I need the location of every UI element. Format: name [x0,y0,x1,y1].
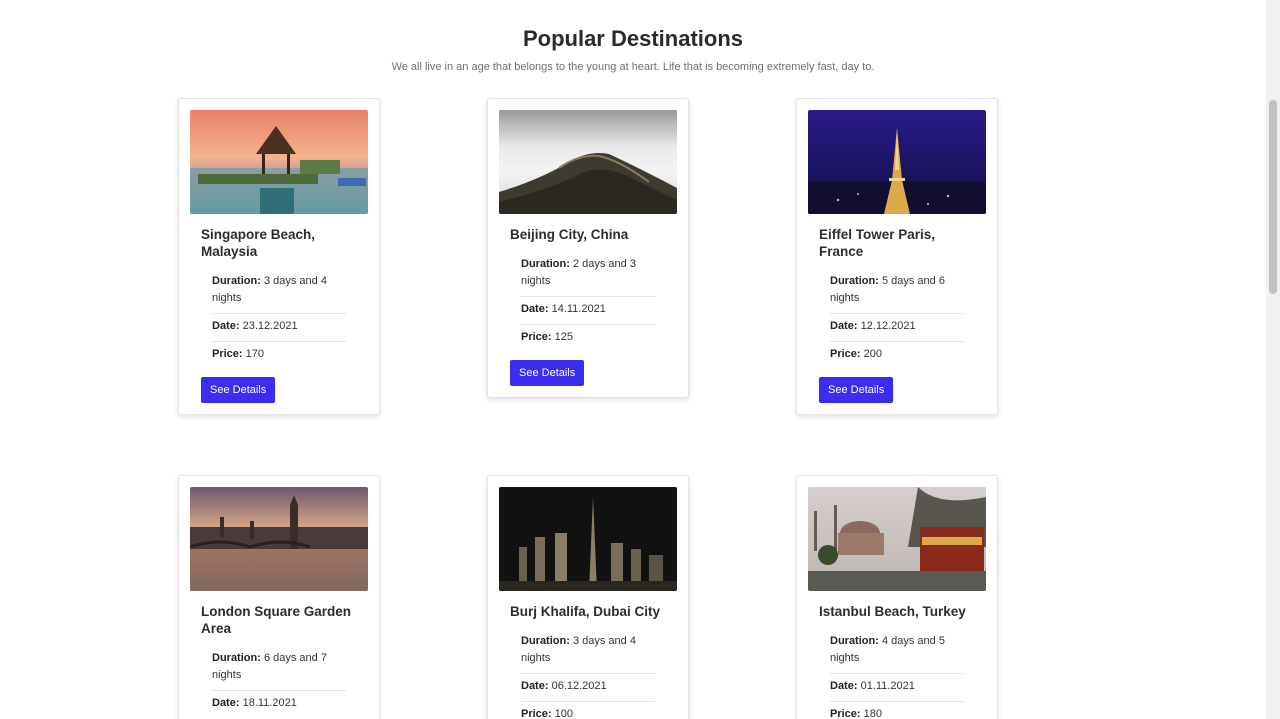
card-details: Duration: 6 days and 7 nights Date: 18.1… [201,646,357,718]
duration-label: Duration: [830,635,879,647]
price-label: Price: [830,708,861,719]
date-row: Date: 18.11.2021 [212,691,346,718]
tropical-gazebo-image [190,110,368,214]
price-value: 170 [245,348,264,360]
date-value: 06.12.2021 [551,680,607,692]
vertical-scrollbar[interactable] [1266,0,1280,719]
see-details-button[interactable]: See Details [201,377,276,403]
date-row: Date: 06.12.2021 [521,674,655,702]
card-title: Beijing City, China [510,227,629,242]
date-value: 14.11.2021 [551,303,606,315]
price-value: 125 [554,331,573,343]
date-row: Date: 12.12.2021 [830,314,964,342]
page-title: Popular Destinations [522,26,744,51]
date-row: Date: 01.11.2021 [830,674,964,702]
card-details: Duration: 4 days and 5 nights Date: 01.1… [819,629,975,719]
see-details-button[interactable]: See Details [819,377,894,403]
london-skyline-image [190,487,368,591]
duration-row: Duration: 6 days and 7 nights [212,646,346,691]
see-details-button[interactable]: See Details [510,360,585,386]
duration-row: Duration: 4 days and 5 nights [830,629,964,674]
card-title: Istanbul Beach, Turkey [819,604,966,619]
price-value: 180 [863,708,882,719]
date-label: Date: [212,697,240,709]
date-value: 01.11.2021 [860,680,915,692]
price-label: Price: [521,708,552,719]
card-title: Singapore Beach, Malaysia [201,227,316,259]
destination-card: Singapore Beach, Malaysia Duration: 3 da… [178,98,380,415]
duration-row: Duration: 3 days and 4 nights [212,269,346,314]
date-value: 12.12.2021 [860,320,916,332]
istanbul-mosque-image [808,487,986,591]
duration-label: Duration: [212,652,261,664]
price-row: Price: 125 [521,325,655,352]
duration-row: Duration: 5 days and 6 nights [830,269,964,314]
scrollbar-thumb[interactable] [1269,100,1277,294]
destination-card: Istanbul Beach, Turkey Duration: 4 days … [796,475,998,719]
date-label: Date: [830,680,858,692]
date-label: Date: [521,303,549,315]
duration-row: Duration: 2 days and 3 nights [521,252,655,297]
price-value: 200 [863,348,882,360]
destination-card: London Square Garden Area Duration: 6 da… [178,475,380,719]
page: Popular Destinations We all live in an a… [0,0,1266,719]
date-row: Date: 23.12.2021 [212,314,346,342]
duration-row: Duration: 3 days and 4 nights [521,629,655,674]
destination-card: Beijing City, China Duration: 2 days and… [487,98,689,398]
eiffel-tower-night-image [808,110,986,214]
card-details: Duration: 2 days and 3 nights Date: 14.1… [510,252,666,352]
duration-label: Duration: [521,635,570,647]
date-value: 18.11.2021 [242,697,297,709]
card-title: Burj Khalifa, Dubai City [510,604,661,619]
date-row: Date: 14.11.2021 [521,297,655,325]
card-title: London Square Garden Area [201,604,352,636]
great-wall-image [499,110,677,214]
price-row: Price: 170 [212,342,346,369]
price-value: 100 [554,708,573,719]
duration-label: Duration: [830,275,879,287]
date-label: Date: [830,320,858,332]
date-label: Date: [521,680,549,692]
price-label: Price: [521,331,552,343]
price-row: Price: 100 [521,702,655,719]
date-label: Date: [212,320,240,332]
duration-label: Duration: [521,258,570,270]
card-details: Duration: 3 days and 4 nights Date: 23.1… [201,269,357,369]
destination-card: Burj Khalifa, Dubai City Duration: 3 day… [487,475,689,719]
dubai-skyline-night-image [499,487,677,591]
card-details: Duration: 3 days and 4 nights Date: 06.1… [510,629,666,719]
price-label: Price: [830,348,861,360]
page-subtitle: We all live in an age that belongs to th… [391,61,875,73]
price-row: Price: 180 [830,702,964,719]
card-details: Duration: 5 days and 6 nights Date: 12.1… [819,269,975,369]
destination-card: Eiffel Tower Paris, France Duration: 5 d… [796,98,998,415]
card-title: Eiffel Tower Paris, France [819,227,936,259]
price-row: Price: 200 [830,342,964,369]
date-value: 23.12.2021 [242,320,298,332]
duration-label: Duration: [212,275,261,287]
price-label: Price: [212,348,243,360]
